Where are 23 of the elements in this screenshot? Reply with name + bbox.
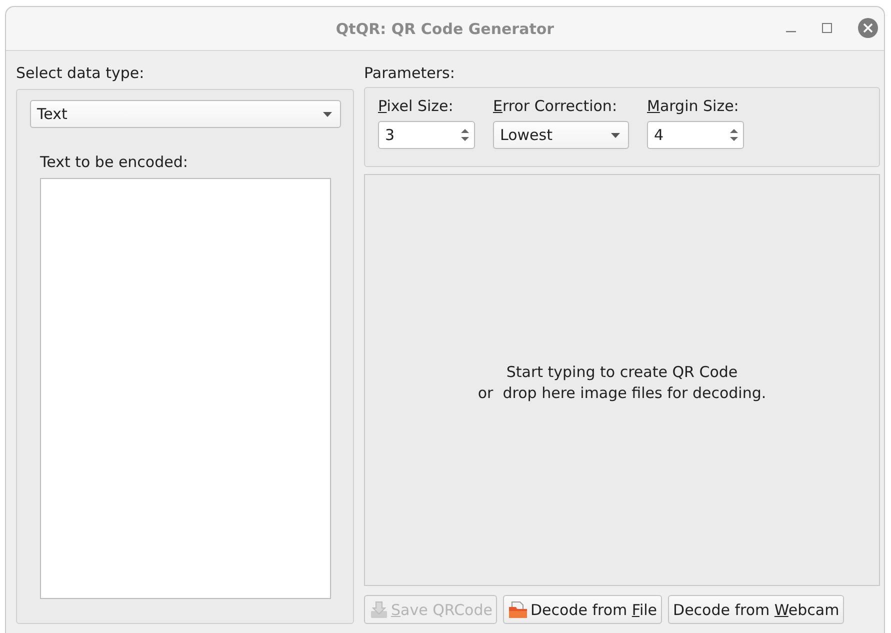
action-button[interactable]: Decode from File — [503, 595, 662, 624]
text-field-label: Text to be encoded: — [40, 152, 189, 173]
spin-arrows-icon[interactable] — [728, 126, 740, 144]
data-type-label: Select data type: — [16, 63, 146, 84]
data-type-dropdown[interactable]: Text — [30, 100, 341, 128]
spin-box[interactable]: 3 — [378, 121, 475, 149]
parameter-label: Pixel Size: — [378, 96, 454, 117]
parameters-label: Parameters: — [364, 63, 456, 84]
parameter-label: Margin Size: — [647, 96, 740, 117]
parameter-label: Error Correction: — [493, 96, 618, 117]
download-icon — [369, 600, 389, 620]
action-button[interactable]: Decode from Webcam — [668, 595, 844, 624]
spin-arrows-icon[interactable] — [459, 126, 471, 144]
window-title: QtQR: QR Code Generator — [336, 20, 554, 38]
dropdown-arrow-icon[interactable] — [611, 132, 620, 138]
error-correction-dropdown[interactable]: Lowest — [493, 121, 629, 149]
maximize-icon[interactable] — [821, 22, 833, 34]
text-input-field[interactable] — [40, 178, 331, 599]
dropdown-arrow-icon[interactable] — [323, 112, 332, 116]
folder-icon — [508, 600, 528, 620]
spin-box[interactable]: 4 — [647, 121, 744, 149]
close-icon[interactable] — [857, 17, 879, 39]
preview-message: Start typing to create QR Code or drop here image files for decoding. — [478, 362, 766, 404]
